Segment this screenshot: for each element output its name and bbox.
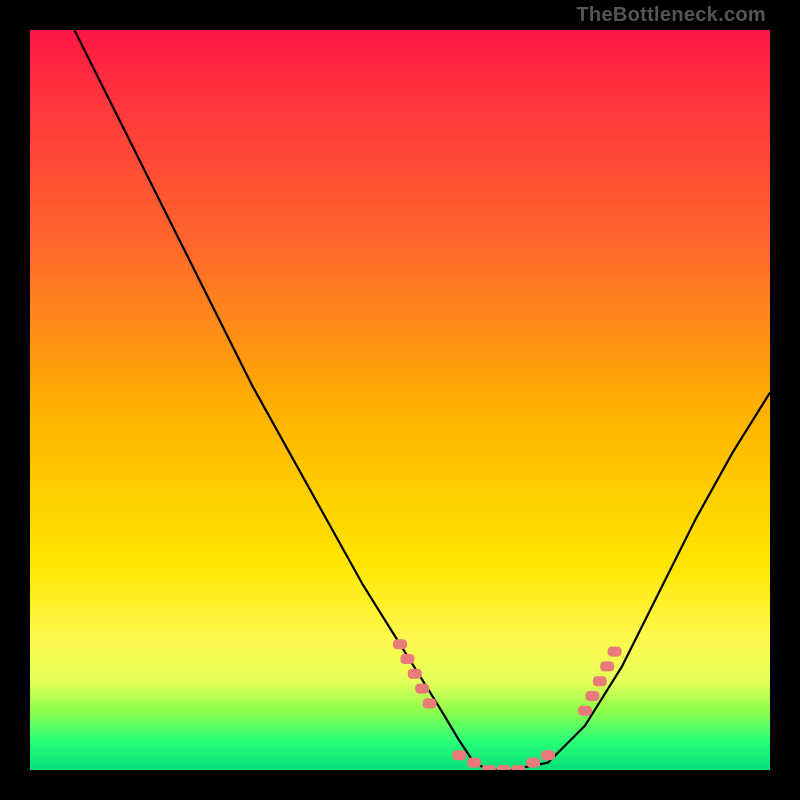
bottleneck-curve (74, 30, 770, 770)
marker-group (393, 639, 622, 770)
marker-bead (467, 758, 481, 768)
marker-bead (408, 669, 422, 679)
marker-bead (452, 750, 466, 760)
marker-bead (400, 654, 414, 664)
marker-bead (415, 684, 429, 694)
marker-bead (526, 758, 540, 768)
marker-bead (600, 661, 614, 671)
chart-frame: TheBottleneck.com (0, 0, 800, 800)
curve-layer (30, 30, 770, 770)
marker-bead (497, 765, 511, 770)
marker-bead (578, 706, 592, 716)
marker-bead (541, 750, 555, 760)
marker-bead (393, 639, 407, 649)
marker-bead (593, 676, 607, 686)
watermark-text: TheBottleneck.com (576, 4, 766, 27)
marker-bead (423, 698, 437, 708)
plot-area (30, 30, 770, 770)
marker-bead (608, 647, 622, 657)
marker-bead (511, 765, 525, 770)
marker-bead (482, 765, 496, 770)
marker-bead (585, 691, 599, 701)
